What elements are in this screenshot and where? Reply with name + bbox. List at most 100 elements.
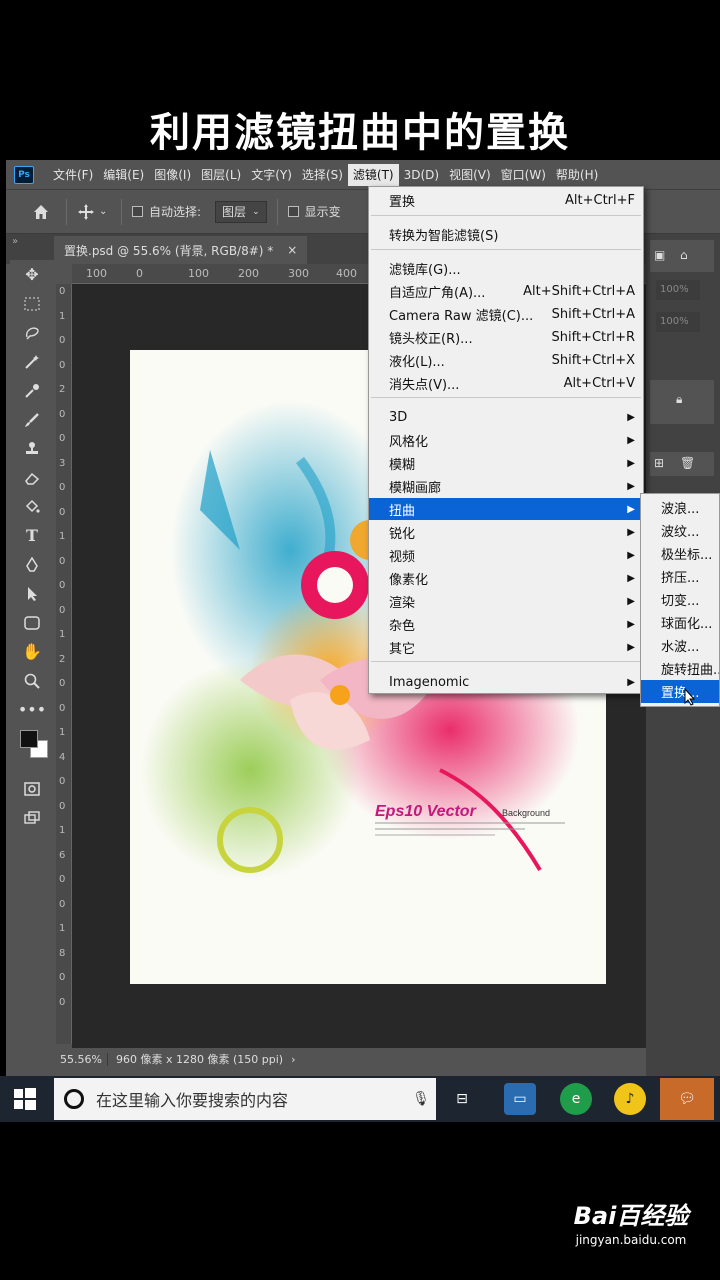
music-app-icon[interactable]: ♪ xyxy=(614,1083,646,1115)
auto-select-dropdown[interactable]: 图层 ⌄ xyxy=(215,200,267,223)
hand-tool-icon[interactable]: ✋ xyxy=(10,637,54,666)
submenu-arrow-icon: ▶ xyxy=(627,434,635,446)
filter-menu-item[interactable]: 滤镜库(G)... xyxy=(369,257,643,279)
distort-submenu-item[interactable]: 水波... xyxy=(641,634,719,657)
filter-icon[interactable]: ▣ xyxy=(654,248,665,262)
stamp-tool-icon[interactable] xyxy=(10,434,54,463)
auto-select-label: 自动选择: xyxy=(149,205,202,219)
menu-select[interactable]: 选择(S) xyxy=(297,164,348,186)
filter-menu-item[interactable]: 其它 ▶ xyxy=(369,636,643,658)
brush-tool-icon[interactable] xyxy=(10,405,54,434)
ruler-tick-label: 0 xyxy=(59,996,66,1008)
menu-file[interactable]: 文件(F) xyxy=(48,164,98,186)
move-tool-preset-icon[interactable]: ⌄ xyxy=(77,203,111,221)
filter-menu-item[interactable]: 锐化 ▶ xyxy=(369,521,643,543)
filter-menu-item[interactable]: Camera Raw 滤镜(C)... Shift+Ctrl+A xyxy=(369,303,643,325)
lock-icon[interactable]: ⌂ xyxy=(680,248,688,262)
menu-item-label: 渲染 xyxy=(389,595,416,611)
filter-menu-item[interactable]: 模糊 ▶ xyxy=(369,452,643,474)
ruler-tick-label: 1 xyxy=(59,727,66,738)
filter-menu-item[interactable]: Imagenomic ▶ xyxy=(369,671,643,693)
menu-image[interactable]: 图像(I) xyxy=(149,164,196,186)
menu-edit[interactable]: 编辑(E) xyxy=(98,164,149,186)
trash-icon[interactable]: 🗑︎ xyxy=(680,456,695,470)
menu-item-label: 其它 xyxy=(389,641,416,657)
path-select-icon[interactable] xyxy=(10,579,54,608)
zoom-level[interactable]: 55.56% xyxy=(56,1052,108,1066)
magic-wand-icon[interactable] xyxy=(10,347,54,376)
screen-mode-icon[interactable] xyxy=(10,803,54,832)
filter-menu-item[interactable]: 置换 Alt+Ctrl+F xyxy=(369,189,643,211)
filter-menu-item[interactable]: 扭曲 ▶ xyxy=(369,498,643,520)
new-layer-icon[interactable]: ⊞ xyxy=(654,456,664,470)
ruler-tick-label: 0 xyxy=(59,359,66,371)
filter-menu-item[interactable]: 视频 ▶ xyxy=(369,544,643,566)
taskbar-search[interactable]: 在这里输入你要搜索的内容 🎙︎ xyxy=(54,1078,436,1120)
eyedropper-icon[interactable] xyxy=(10,376,54,405)
move-tool-icon[interactable]: ✥ xyxy=(10,260,54,289)
distort-submenu-item[interactable]: 旋转扭曲... xyxy=(641,657,719,680)
zoom-tool-icon[interactable] xyxy=(10,666,54,695)
wechat-icon[interactable]: 💬︎ xyxy=(660,1078,714,1120)
ruler-tick-label: 0 xyxy=(59,800,66,812)
distort-submenu-item[interactable]: 置换... xyxy=(641,680,719,703)
status-bar: 55.56% 960 像素 x 1280 像素 (150 ppi) › xyxy=(56,1048,666,1070)
windows-taskbar: 在这里输入你要搜索的内容 🎙︎ ⊟ ▭ e ♪ 💬︎ xyxy=(0,1076,720,1122)
fill-field[interactable]: 100% xyxy=(656,312,700,332)
eraser-tool-icon[interactable] xyxy=(10,463,54,492)
task-view-icon[interactable]: ⊟ xyxy=(446,1083,478,1115)
menu-item-shortcut: Shift+Ctrl+X xyxy=(551,352,635,368)
windows-start-icon[interactable] xyxy=(14,1088,36,1110)
ruler-tick-label: 6 xyxy=(59,849,66,861)
menu-type[interactable]: 文字(Y) xyxy=(246,164,297,186)
home-icon[interactable] xyxy=(26,197,56,227)
marquee-tool-icon[interactable] xyxy=(10,289,54,318)
filter-menu-item[interactable]: 消失点(V)... Alt+Ctrl+V xyxy=(369,372,643,394)
auto-select-checkbox[interactable] xyxy=(132,206,143,217)
menu-layer[interactable]: 图层(L) xyxy=(196,164,246,186)
ruler-tick-label: 0 xyxy=(59,702,66,714)
filter-menu-item[interactable]: 转换为智能滤镜(S) xyxy=(369,223,643,245)
submenu-arrow-icon: ▶ xyxy=(627,549,635,561)
lasso-tool-icon[interactable] xyxy=(10,318,54,347)
menu-filter[interactable]: 滤镜(T) xyxy=(347,163,399,186)
distort-submenu-item[interactable]: 波浪... xyxy=(641,496,719,519)
shape-tool-icon[interactable] xyxy=(10,608,54,637)
filter-menu-item[interactable]: 自适应广角(A)... Alt+Shift+Ctrl+A xyxy=(369,280,643,302)
show-transform-checkbox[interactable] xyxy=(287,206,299,217)
microphone-icon[interactable]: 🎙︎ xyxy=(406,1091,436,1107)
distort-submenu-item[interactable]: 挤压... xyxy=(641,565,719,588)
close-icon[interactable]: × xyxy=(287,243,297,257)
type-tool-icon[interactable]: T xyxy=(10,521,54,550)
layer-row[interactable]: 🔒︎ xyxy=(650,380,714,424)
filter-menu-item[interactable]: 液化(L)... Shift+Ctrl+X xyxy=(369,349,643,371)
menu-help[interactable]: 帮助(H) xyxy=(551,164,603,186)
collapse-panel-icon[interactable]: » xyxy=(12,236,18,247)
menu-window[interactable]: 窗口(W) xyxy=(496,164,551,186)
menu-item-shortcut: Shift+Ctrl+A xyxy=(551,306,635,322)
filter-menu-item[interactable]: 3D ▶ xyxy=(369,406,643,428)
more-tools-icon[interactable]: ••• xyxy=(10,695,54,724)
filter-menu-item[interactable]: 渲染 ▶ xyxy=(369,590,643,612)
distort-submenu-item[interactable]: 波纹... xyxy=(641,519,719,542)
opacity-field[interactable]: 100% xyxy=(656,280,700,300)
document-tab[interactable]: 置换.psd @ 55.6% (背景, RGB/8#) * × xyxy=(54,236,308,264)
filter-menu-item[interactable]: 风格化 ▶ xyxy=(369,429,643,451)
search-placeholder: 在这里输入你要搜索的内容 xyxy=(96,1091,289,1110)
filter-menu-item[interactable]: 杂色 ▶ xyxy=(369,613,643,635)
pc-icon[interactable]: ▭ xyxy=(504,1083,536,1115)
filter-menu-item[interactable]: 模糊画廊 ▶ xyxy=(369,475,643,497)
distort-submenu-item[interactable]: 极坐标... xyxy=(641,542,719,565)
pen-tool-icon[interactable] xyxy=(10,550,54,579)
filter-menu-item[interactable]: 像素化 ▶ xyxy=(369,567,643,589)
distort-submenu-item[interactable]: 切变... xyxy=(641,588,719,611)
menu-view[interactable]: 视图(V) xyxy=(444,164,496,186)
color-swatches-icon[interactable] xyxy=(10,724,54,774)
chevron-right-icon[interactable]: › xyxy=(291,1053,295,1066)
paint-bucket-icon[interactable] xyxy=(10,492,54,521)
filter-menu-item[interactable]: 镜头校正(R)... Shift+Ctrl+R xyxy=(369,326,643,348)
quick-mask-icon[interactable] xyxy=(10,774,54,803)
distort-submenu-item[interactable]: 球面化... xyxy=(641,611,719,634)
menu-3d[interactable]: 3D(D) xyxy=(399,164,444,186)
browser-icon[interactable]: e xyxy=(560,1083,592,1115)
